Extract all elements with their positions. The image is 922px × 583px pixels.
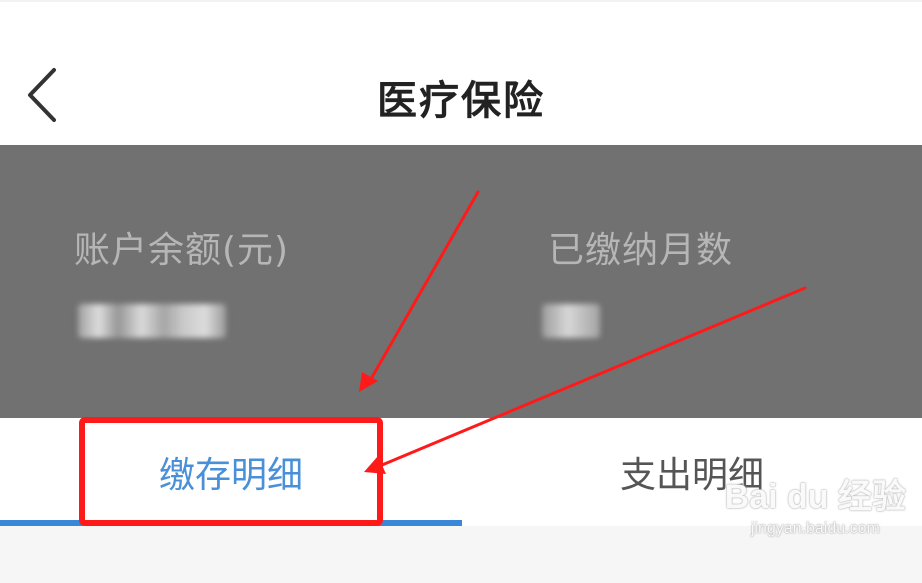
paid-months-value-redacted: [542, 304, 600, 338]
account-summary: 账户余额(元) 已缴纳月数: [0, 145, 922, 418]
top-divider: [0, 0, 922, 2]
paid-months-label: 已缴纳月数: [548, 230, 734, 271]
navigation-bar: 医疗保险: [0, 20, 922, 144]
detail-tabs: 缴存明细 支出明细: [0, 418, 922, 526]
balance-value-redacted: [78, 304, 226, 338]
tab-spending-details[interactable]: 支出明细: [462, 418, 922, 526]
tab-deposit-details[interactable]: 缴存明细: [0, 418, 462, 526]
content-area: [0, 526, 922, 583]
page-title: 医疗保险: [377, 78, 545, 124]
screen: 医疗保险 账户余额(元) 已缴纳月数 缴存明细 支出明细 Bai du 经验 j…: [0, 0, 922, 583]
balance-label: 账户余额(元): [74, 230, 290, 271]
